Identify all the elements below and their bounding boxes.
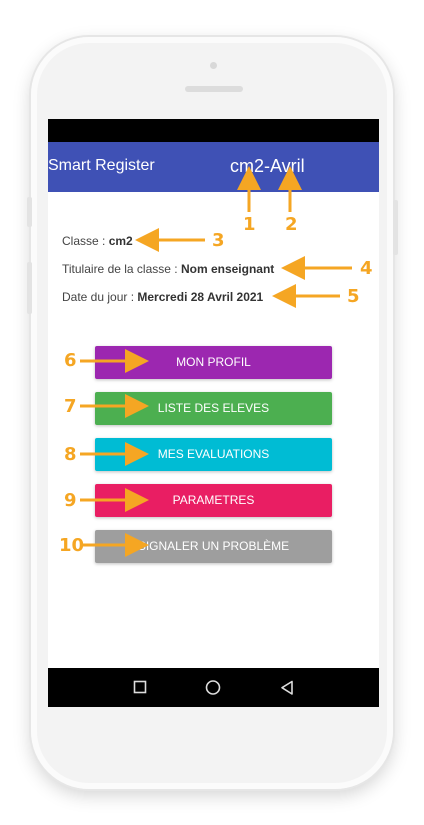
annotation-2: 2 [285,214,298,235]
teacher-info-line: Titulaire de la classe : Nom enseignant [62,262,274,276]
phone-side-button-left-2 [27,262,32,314]
annotation-6: 6 [64,350,77,371]
annotation-7: 7 [64,396,77,417]
speaker-grille [185,86,243,92]
annotation-1: 1 [243,214,256,235]
teacher-value: Nom enseignant [180,262,275,276]
student-list-button[interactable]: LISTE DES ELEVES [95,392,332,425]
app-screen: Smart Register cm2-Avril Classe : cm2 Ti… [48,119,379,707]
date-label: Date du jour : [62,290,138,304]
annotation-8: 8 [64,444,77,465]
teacher-label: Titulaire de la classe : [62,262,181,276]
class-info-line: Classe : cm2 [62,234,133,248]
annotation-5: 5 [347,286,360,307]
class-period-title: cm2-Avril [230,156,305,176]
my-profile-button[interactable]: MON PROFIL [95,346,332,379]
class-value: cm2 [108,234,133,248]
annotation-9: 9 [64,490,77,511]
annotation-10: 10 [59,535,85,556]
status-bar [48,119,379,142]
circle-icon[interactable] [205,680,221,696]
settings-button[interactable]: PARAMETRES [95,484,332,517]
annotation-4: 4 [360,258,373,279]
report-problem-button[interactable]: SIGNALER UN PROBLÈME [95,530,332,563]
back-triangle-icon[interactable] [280,680,294,696]
square-icon[interactable] [133,680,147,694]
annotation-3: 3 [212,230,225,251]
phone-side-button-left-1 [27,197,32,227]
front-camera [210,62,217,69]
class-label: Classe : [62,234,109,248]
app-bar: Smart Register cm2-Avril [48,142,379,192]
my-evaluations-button[interactable]: MES EVALUATIONS [95,438,332,471]
date-value: Mercredi 28 Avril 2021 [137,290,264,304]
phone-side-button-right [393,200,398,255]
navigation-bar [48,668,379,707]
app-title: Smart Register [48,157,155,174]
date-info-line: Date du jour : Mercredi 28 Avril 2021 [62,290,263,304]
